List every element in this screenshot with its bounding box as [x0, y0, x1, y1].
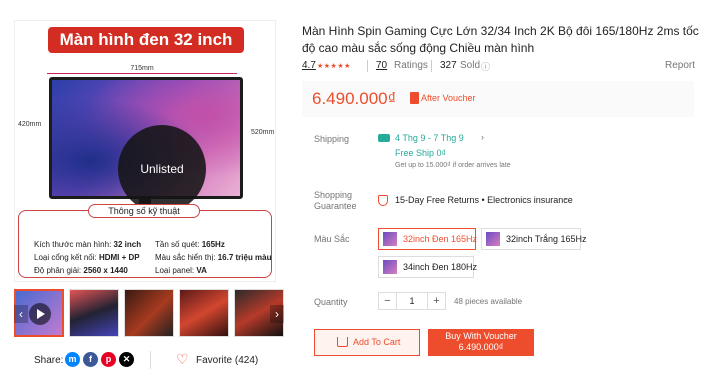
- share-label: Share:: [34, 355, 64, 366]
- dimension-line: [47, 73, 237, 74]
- rating-stars: ★★★★★: [317, 63, 351, 70]
- quantity-input[interactable]: 1: [397, 293, 427, 309]
- dimension-width-label: 715mm: [130, 65, 154, 72]
- thumbnail-next-button[interactable]: ›: [270, 305, 284, 323]
- thumbnail-strip: ‹ ›: [14, 289, 284, 337]
- chevron-right-icon[interactable]: ›: [481, 132, 484, 142]
- voucher-icon: [410, 92, 419, 104]
- x-icon[interactable]: ✕: [119, 352, 134, 367]
- thumbnail-image[interactable]: [124, 289, 174, 337]
- dimension-height-left-label: 420mm: [18, 121, 42, 128]
- spec-item: Loại cổng kết nối: HDMI + DP: [34, 253, 140, 262]
- thumbnail-prev-button[interactable]: ‹: [14, 305, 28, 323]
- spec-item: Kích thước màn hình: 32 inch: [34, 240, 142, 249]
- info-icon[interactable]: ⓘ: [481, 60, 490, 73]
- shipping-note: Get up to 15.000₫ if order arrives late: [395, 162, 511, 169]
- variant-thumbnail: [383, 260, 397, 274]
- heart-icon[interactable]: ♡: [176, 351, 189, 368]
- add-to-cart-button[interactable]: Add To Cart: [314, 329, 420, 356]
- variant-thumbnail: [486, 232, 500, 246]
- spec-title: Thông số kỹ thuật: [88, 204, 200, 218]
- buy-with-voucher-button[interactable]: Buy With Voucher 6.490.000₫: [428, 329, 534, 356]
- rating-score[interactable]: 4.7: [302, 60, 316, 71]
- shipping-date[interactable]: 4 Thg 9 - 7 Thg 9: [395, 133, 464, 143]
- favorite-count[interactable]: Favorite (424): [196, 355, 258, 366]
- facebook-icon[interactable]: f: [83, 352, 98, 367]
- truck-icon: [378, 134, 390, 142]
- stock-available: 48 pieces available: [454, 297, 523, 306]
- variant-label: Màu Sắc: [314, 234, 350, 244]
- product-gallery: Màn hình đen 32 inch 715mm 420mm 520mm U…: [0, 0, 290, 380]
- quantity-increase-button[interactable]: +: [427, 293, 445, 309]
- product-title: Màn Hình Spin Gaming Cực Lớn 32/34 Inch …: [302, 24, 699, 55]
- quantity-label: Quantity: [314, 297, 348, 307]
- variant-option[interactable]: 34inch Đen 180Hz: [378, 256, 477, 278]
- report-link[interactable]: Report: [665, 60, 695, 71]
- variant-option[interactable]: 32inch Đen 165Hz: [378, 228, 477, 250]
- sold-label: Sold: [460, 60, 481, 71]
- variant-thumbnail: [383, 232, 397, 246]
- buy-label: Buy With Voucher: [445, 331, 517, 341]
- spec-item: Loại panel: VA: [155, 266, 207, 275]
- variant-option[interactable]: 32inch Trắng 165Hz: [481, 228, 587, 250]
- spec-item: Độ phân giải: 2560 x 1440: [34, 266, 128, 275]
- thumbnail-image[interactable]: [179, 289, 229, 337]
- quantity-stepper: − 1 +: [378, 292, 446, 310]
- messenger-icon[interactable]: m: [65, 352, 80, 367]
- guarantee-text[interactable]: 15-Day Free Returns • Electronics insura…: [395, 195, 573, 205]
- ratings-label: Ratings: [394, 60, 428, 71]
- sold-count: 327: [440, 60, 457, 71]
- quantity-decrease-button[interactable]: −: [379, 293, 397, 309]
- after-voucher-label: After Voucher: [421, 93, 476, 103]
- buy-price: 6.490.000₫: [458, 342, 504, 352]
- price: 6.490.000₫: [312, 89, 397, 108]
- thumbnail-image[interactable]: [69, 289, 119, 337]
- spec-item: Tần số quét: 165Hz: [155, 240, 225, 249]
- guarantee-label: Shopping Guarantee: [314, 190, 357, 211]
- add-to-cart-label: Add To Cart: [353, 337, 401, 347]
- play-icon: [29, 303, 51, 325]
- shield-icon: [378, 195, 388, 206]
- free-ship-text: Free Ship 0₫: [395, 148, 447, 158]
- banner-title: Màn hình đen 32 inch: [48, 27, 244, 53]
- chevron-down-icon[interactable]: ⌄: [562, 192, 570, 203]
- cart-icon: [337, 337, 348, 347]
- divider: [150, 351, 151, 369]
- divider: [431, 60, 432, 72]
- ratings-count[interactable]: 70: [376, 60, 387, 71]
- spec-item: Màu sắc hiển thị: 16.7 triệu màu: [155, 253, 272, 262]
- unlisted-watermark: Unlisted: [118, 125, 206, 213]
- price-box: 6.490.000₫ After Voucher: [302, 81, 694, 117]
- pinterest-icon[interactable]: p: [101, 352, 116, 367]
- dimension-height-right-label: 520mm: [251, 129, 275, 136]
- rating-row: 4.7 ★★★★★ 70 Ratings 327 Sold ⓘ Report: [302, 60, 702, 74]
- shipping-label: Shipping: [314, 134, 350, 144]
- divider: [367, 60, 368, 72]
